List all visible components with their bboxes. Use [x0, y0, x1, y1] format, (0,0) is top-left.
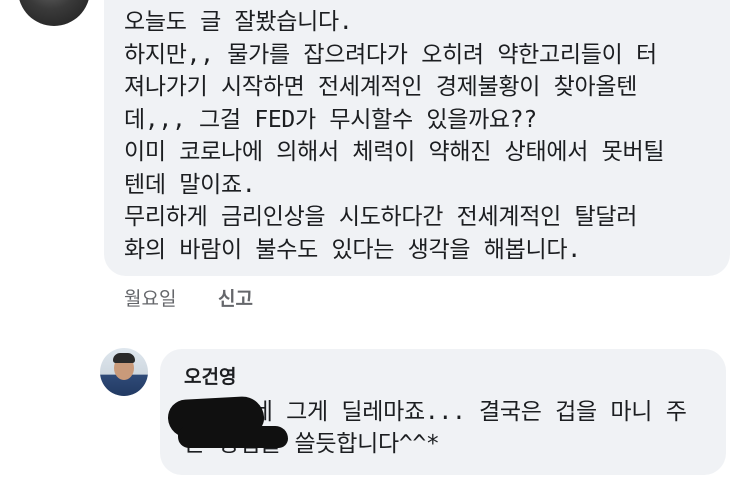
commenter-avatar[interactable] [18, 0, 90, 26]
comment-line: 데,,, 그걸 FED가 무시할수 있을까요?? [124, 106, 537, 133]
redaction-mark [178, 426, 288, 448]
comment-line: 오늘도 글 잘봤습니다. [124, 9, 353, 35]
comment-line: 화의 바람이 불수도 있다는 생각을 해봅니다. [124, 236, 581, 263]
comment-text: 오늘도 글 잘봤습니다. 하지만,, 물가를 잡으려다가 오히려 약한고리들이 … [124, 6, 665, 266]
reply-author-name[interactable]: 오건영 [184, 362, 236, 389]
comment-line: 져나가기 시작하면 전세계적인 경제불황이 찾아올텐 [124, 74, 638, 100]
comment-timestamp[interactable]: 월요일 [124, 284, 176, 311]
comment-line: 텐데 말이죠. [124, 171, 256, 198]
avatar-hair [113, 353, 135, 363]
reply-avatar[interactable] [100, 348, 148, 396]
report-link[interactable]: 신고 [218, 284, 253, 311]
comment-line: 무리하게 금리인상을 시도하다간 전세계적인 탈달러 [124, 204, 638, 230]
comment-line: 하지만,, 물가를 잡으려다가 오히려 약한고리들이 터 [124, 41, 657, 68]
comment-line: 이미 코로나에 의해서 체력이 약해진 상태에서 못버틸 [124, 139, 665, 165]
